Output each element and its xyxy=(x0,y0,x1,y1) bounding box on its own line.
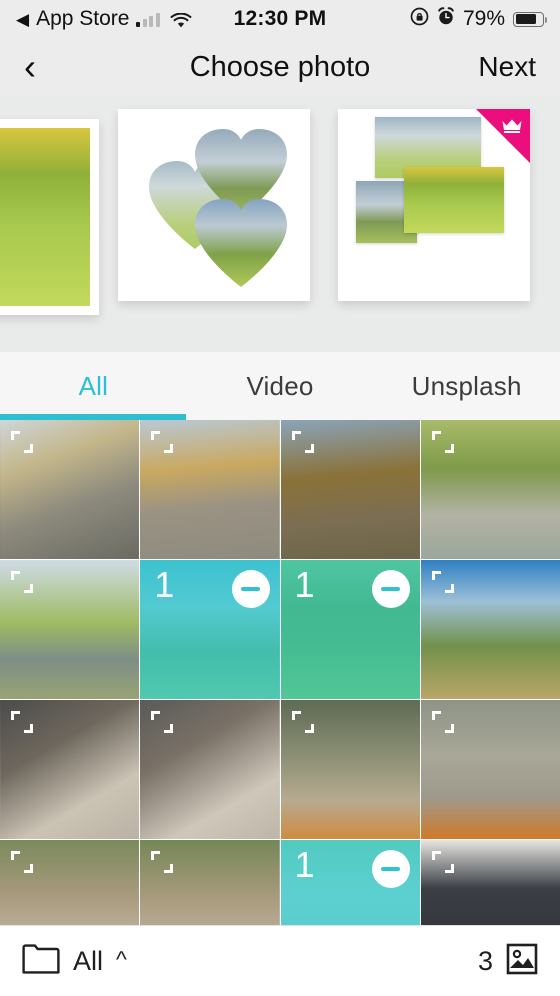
expand-icon[interactable] xyxy=(431,571,454,593)
tab-video[interactable]: Video xyxy=(187,371,374,402)
remove-photo-button[interactable] xyxy=(371,570,410,608)
selection-summary[interactable]: 3 xyxy=(478,943,538,980)
image-icon[interactable] xyxy=(506,943,538,980)
selected-count-label: 3 xyxy=(477,945,493,976)
remove-photo-button[interactable] xyxy=(371,850,410,888)
minus-icon xyxy=(381,866,401,872)
expand-icon[interactable] xyxy=(151,711,174,733)
hearts-collage-preview xyxy=(118,109,310,301)
template-carousel[interactable] xyxy=(0,96,560,352)
photo-thumbnail[interactable] xyxy=(280,700,420,839)
selection-order-badge: 1 xyxy=(294,844,315,885)
expand-icon[interactable] xyxy=(431,711,454,733)
photo-thumbnail[interactable] xyxy=(0,420,140,559)
photo-thumbnail[interactable] xyxy=(420,840,560,925)
tab-unsplash[interactable]: Unsplash xyxy=(373,371,560,402)
expand-icon[interactable] xyxy=(11,431,33,453)
folder-icon xyxy=(22,943,60,979)
template-card-three-photo-collage[interactable] xyxy=(338,109,530,301)
expand-icon[interactable] xyxy=(291,431,314,453)
photo-thumbnail[interactable] xyxy=(140,420,280,559)
photo-thumbnail[interactable] xyxy=(280,420,420,559)
collage-photo-3 xyxy=(404,167,504,233)
photo-thumbnail[interactable] xyxy=(420,700,560,839)
photo-thumbnail[interactable] xyxy=(140,700,280,839)
album-picker[interactable]: All ^ xyxy=(22,943,127,979)
remove-photo-button[interactable] xyxy=(231,570,270,608)
next-button[interactable]: Next xyxy=(478,51,536,83)
rotation-lock-icon xyxy=(410,7,429,32)
source-tab-bar[interactable]: All Video Unsplash xyxy=(0,352,560,420)
template-preview-image xyxy=(0,128,90,306)
battery-percent-label: 79% xyxy=(462,7,505,30)
expand-icon[interactable] xyxy=(151,431,174,453)
status-bar-right: 79% xyxy=(410,6,548,32)
status-bar: ◀ App Store 12:30 PM 79% xyxy=(0,0,560,38)
app-screen: ◀ App Store 12:30 PM 79% ‹ Choose photo … xyxy=(0,0,560,996)
photo-thumbnail[interactable] xyxy=(420,420,560,559)
photo-thumbnail[interactable]: 1 xyxy=(140,560,280,699)
crown-icon xyxy=(502,119,522,133)
photo-thumbnail[interactable]: 1 xyxy=(280,560,420,699)
photo-thumbnail[interactable] xyxy=(0,700,140,839)
minus-icon xyxy=(381,586,401,592)
template-card-three-hearts[interactable] xyxy=(118,109,310,301)
photo-thumbnail[interactable] xyxy=(0,840,140,925)
photo-thumbnail[interactable] xyxy=(140,840,280,925)
chevron-up-icon[interactable]: ^ xyxy=(116,946,127,973)
photo-thumbnail[interactable] xyxy=(420,560,560,699)
photo-thumbnail[interactable]: 1 xyxy=(280,840,420,925)
alarm-icon xyxy=(437,6,455,32)
template-card-single-photo[interactable] xyxy=(0,119,99,315)
bottom-toolbar: All ^ 3 xyxy=(0,925,560,996)
selection-order-badge: 1 xyxy=(154,564,175,605)
expand-icon[interactable] xyxy=(11,571,33,593)
expand-icon[interactable] xyxy=(291,711,314,733)
expand-icon[interactable] xyxy=(11,711,33,733)
navigation-bar: ‹ Choose photo Next xyxy=(0,38,560,96)
battery-icon xyxy=(513,11,548,27)
photo-grid[interactable]: 1 1 1 xyxy=(0,420,560,925)
expand-icon[interactable] xyxy=(431,431,454,453)
expand-icon[interactable] xyxy=(431,851,454,873)
expand-icon[interactable] xyxy=(11,851,33,873)
premium-badge xyxy=(476,109,530,163)
minus-icon xyxy=(241,586,260,592)
album-name-label: All xyxy=(73,945,104,976)
page-title: Choose photo xyxy=(189,50,371,83)
expand-icon[interactable] xyxy=(151,851,174,873)
selection-order-badge: 1 xyxy=(294,564,315,605)
photo-thumbnail[interactable] xyxy=(0,560,140,699)
tab-all[interactable]: All xyxy=(0,371,187,402)
